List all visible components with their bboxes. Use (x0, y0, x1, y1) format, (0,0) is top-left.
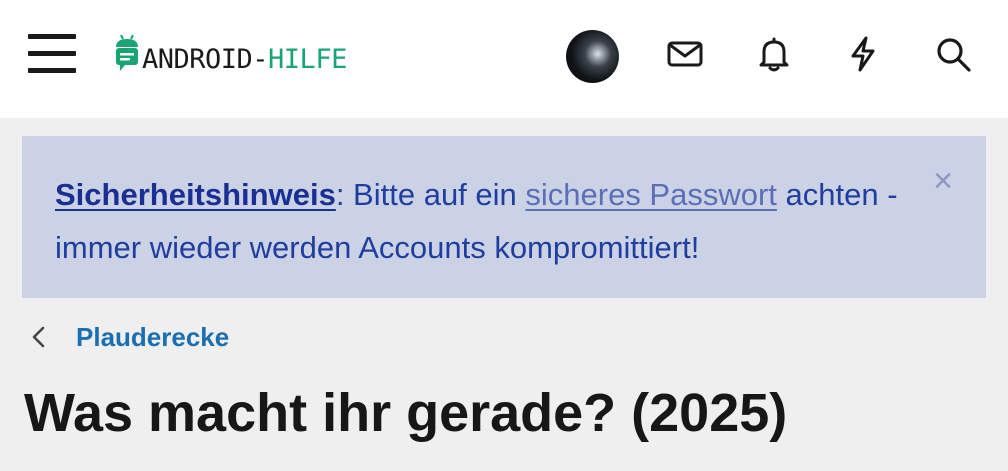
breadcrumb-link-plauderecke[interactable]: Plauderecke (76, 322, 229, 353)
avatar[interactable] (566, 30, 619, 83)
chevron-left-icon[interactable] (28, 324, 50, 350)
mail-icon[interactable] (665, 34, 705, 74)
lightning-icon[interactable] (843, 34, 883, 74)
android-logo-icon (116, 34, 138, 71)
security-notice-text: Sicherheitshinweis: Bitte auf ein sicher… (55, 177, 898, 265)
menu-icon[interactable] (28, 34, 76, 74)
close-icon[interactable]: × (928, 164, 958, 198)
logo-text: ANDROID-HILFE (142, 43, 347, 75)
page-title: Was macht ihr gerade? (2025) (24, 383, 788, 443)
breadcrumb: Plauderecke (28, 320, 229, 354)
site-logo[interactable]: ANDROID-HILFE (114, 30, 364, 76)
secure-password-link[interactable]: sicheres Passwort (525, 177, 777, 212)
security-notice-title[interactable]: Sicherheitshinweis (55, 177, 336, 212)
security-notice: Sicherheitshinweis: Bitte auf ein sicher… (22, 136, 986, 298)
search-icon[interactable] (933, 34, 973, 74)
bell-icon[interactable] (754, 34, 794, 74)
site-header: ANDROID-HILFE (0, 0, 1008, 118)
